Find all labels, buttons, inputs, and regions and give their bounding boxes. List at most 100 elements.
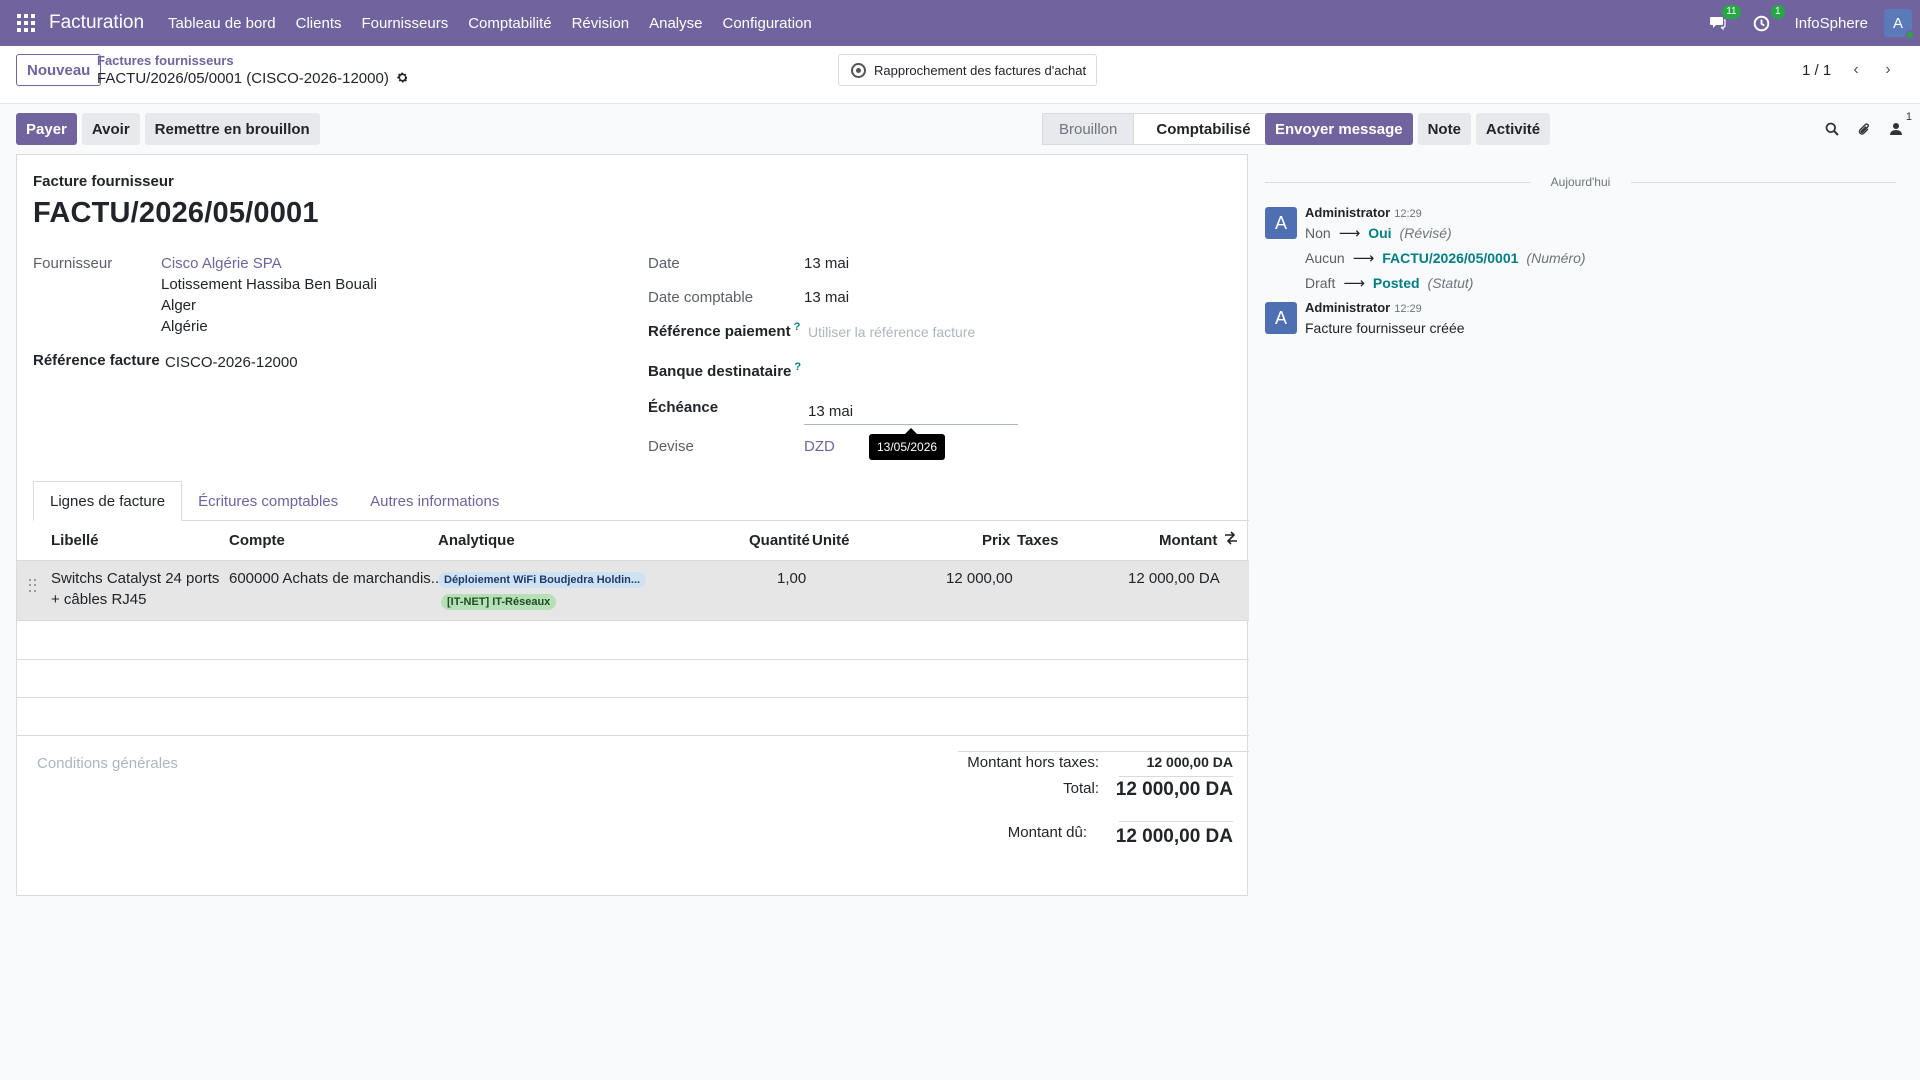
new-button[interactable]: Nouveau — [16, 54, 102, 86]
pager-next-icon[interactable]: › — [1876, 58, 1900, 82]
arrow-right-icon: ⟶ — [1352, 250, 1375, 267]
tracking-old-value: Draft — [1305, 275, 1336, 291]
pager-value[interactable]: 1 / 1 — [1802, 62, 1831, 79]
column-header-quantity[interactable]: Quantité — [749, 532, 810, 549]
breadcrumb-parent[interactable]: Factures fournisseurs — [97, 53, 234, 68]
user-avatar[interactable]: A — [1884, 9, 1915, 40]
tracking-old-value: Aucun — [1305, 250, 1345, 266]
empty-table-row — [17, 660, 1249, 698]
tracking-value: Draft ⟶ Posted (Statut) — [1305, 274, 1473, 292]
help-icon[interactable]: ? — [794, 321, 801, 333]
invoice-ref-field[interactable]: CISCO-2026-12000 — [165, 354, 298, 371]
pay-button[interactable]: Payer — [16, 113, 77, 145]
terms-conditions-input[interactable]: Conditions générales — [37, 755, 178, 772]
messages-icon[interactable]: 11 — [1707, 5, 1741, 34]
purchase-reconcile-button[interactable]: Rapprochement des factures d'achat — [838, 54, 1098, 86]
analytic-tag: Déploiement WiFi Boudjedra Holdin... — [438, 572, 647, 588]
due-date-label: Échéance — [648, 399, 719, 416]
vendor-link[interactable]: Cisco Algérie SPA — [161, 255, 282, 272]
message-time: 12:29 — [1394, 208, 1422, 220]
table-row[interactable]: Switchs Catalyst 24 ports + câbles RJ45 … — [17, 561, 1249, 621]
apps-menu-icon[interactable] — [17, 14, 35, 32]
empty-table-row — [17, 698, 1249, 736]
total-label: Total: — [1063, 780, 1099, 797]
line-amount: 12 000,00 DA — [1128, 570, 1220, 587]
menu-item-customers[interactable]: Clients — [296, 15, 342, 32]
menu-item-dashboard[interactable]: Tableau de bord — [168, 15, 276, 32]
message-author-name[interactable]: Administrator — [1305, 205, 1390, 220]
status-posted[interactable]: Comptabilisé — [1133, 114, 1267, 144]
pager-previous-icon[interactable]: ‹ — [1844, 58, 1868, 82]
total-value: 12 000,00 DA — [1115, 779, 1233, 800]
form-action-buttons: Payer Avoir Remettre en brouillon — [16, 113, 325, 145]
invoice-date-field[interactable]: 13 mai — [804, 255, 849, 272]
payment-ref-input[interactable]: Utiliser la référence facture — [808, 324, 975, 340]
bullseye-icon — [851, 62, 866, 78]
tab-journal-items[interactable]: Écritures comptables — [182, 481, 354, 521]
vendor-address-line: Lotissement Hassiba Ben Bouali — [161, 276, 377, 293]
form-notebook-tabs: Lignes de facture Écritures comptables A… — [33, 481, 1249, 521]
gear-icon[interactable] — [396, 71, 409, 87]
reset-to-draft-button[interactable]: Remettre en brouillon — [144, 113, 320, 145]
activities-count-badge: 1 — [1771, 5, 1785, 19]
messages-count-badge: 11 — [1722, 5, 1741, 19]
totals-divider — [958, 751, 1249, 752]
optional-columns-toggle-icon[interactable] — [1224, 531, 1238, 549]
tracking-old-value: Non — [1305, 225, 1331, 241]
due-date-tooltip: 13/05/2026 — [869, 428, 946, 460]
column-header-account[interactable]: Compte — [229, 532, 285, 549]
schedule-activity-button[interactable]: Activité — [1475, 113, 1551, 145]
column-header-taxes[interactable]: Taxes — [1017, 532, 1058, 549]
column-header-analytic[interactable]: Analytique — [438, 532, 515, 549]
online-status-dot — [1905, 30, 1915, 40]
line-analytic: Déploiement WiFi Boudjedra Holdin... — [438, 570, 647, 588]
column-header-label[interactable]: Libellé — [51, 532, 99, 549]
menu-item-review[interactable]: Révision — [572, 15, 630, 32]
credit-note-button[interactable]: Avoir — [81, 113, 140, 145]
currency-label: Devise — [648, 438, 694, 455]
document-type: Facture fournisseur — [33, 173, 174, 190]
message-body: Facture fournisseur créée — [1305, 320, 1465, 336]
due-date-input[interactable]: 13 mai — [804, 401, 1018, 425]
currency-field[interactable]: DZD — [804, 438, 835, 455]
message-author: Administrator 12:29 — [1305, 205, 1422, 220]
date-separator: Aujourd'hui — [1265, 175, 1896, 189]
message-author: Administrator 12:29 — [1305, 300, 1422, 315]
send-message-button[interactable]: Envoyer message — [1265, 113, 1413, 145]
tracking-value: Non ⟶ Oui (Révisé) — [1305, 224, 1452, 242]
drag-handle-icon[interactable] — [29, 579, 37, 593]
purchase-reconcile-label: Rapprochement des factures d'achat — [874, 62, 1087, 78]
column-header-amount[interactable]: Montant — [1159, 532, 1217, 549]
help-icon[interactable]: ? — [794, 361, 801, 373]
line-analytic: [IT-NET] IT-Réseaux — [441, 592, 557, 610]
chatter-topbar-icons: 1 — [1810, 111, 1912, 139]
tracking-new-value: Posted — [1372, 275, 1420, 291]
status-draft[interactable]: Brouillon — [1043, 114, 1133, 144]
menu-item-configuration[interactable]: Configuration — [722, 15, 811, 32]
message-author-name[interactable]: Administrator — [1305, 300, 1390, 315]
menu-item-analysis[interactable]: Analyse — [649, 15, 702, 32]
accounting-date-field[interactable]: 13 mai — [804, 289, 849, 306]
search-icon[interactable] — [1822, 119, 1842, 139]
author-avatar[interactable]: A — [1265, 207, 1297, 239]
menu-item-vendors[interactable]: Fournisseurs — [362, 15, 449, 32]
followers-icon[interactable]: 1 — [1886, 111, 1912, 139]
amount-due-divider — [1119, 821, 1233, 822]
log-note-button[interactable]: Note — [1417, 113, 1471, 145]
payment-ref-label-text: Référence paiement — [648, 323, 791, 340]
menu-item-accounting[interactable]: Comptabilité — [468, 15, 551, 32]
author-avatar[interactable]: A — [1265, 302, 1297, 334]
company-switcher[interactable]: InfoSphere — [1795, 15, 1868, 32]
activities-clock-icon[interactable]: 1 — [1751, 5, 1785, 34]
app-name[interactable]: Facturation — [49, 12, 144, 34]
column-header-unit[interactable]: Unité — [812, 532, 850, 549]
arrow-right-icon: ⟶ — [1343, 275, 1365, 292]
total-divider — [1119, 776, 1233, 777]
column-header-price[interactable]: Prix — [982, 532, 1010, 549]
vendor-address-line: Algérie — [161, 318, 208, 335]
paperclip-icon[interactable] — [1854, 119, 1874, 139]
recipient-bank-label-text: Banque destinataire — [648, 363, 792, 380]
tab-other-info[interactable]: Autres informations — [354, 481, 515, 521]
tab-invoice-lines[interactable]: Lignes de facture — [33, 481, 183, 521]
accounting-date-label: Date comptable — [648, 289, 754, 306]
